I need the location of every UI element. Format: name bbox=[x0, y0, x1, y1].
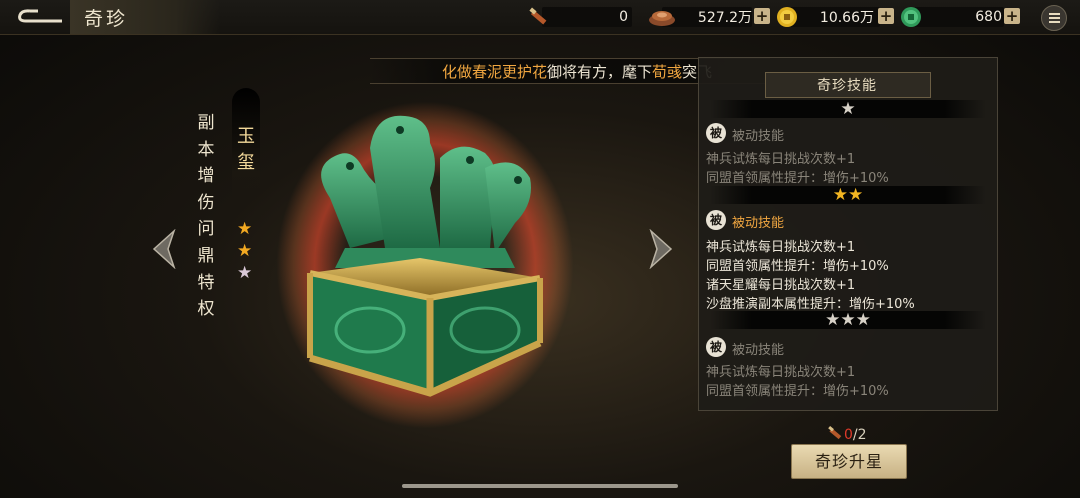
tier-1-stars: ★ bbox=[710, 100, 986, 118]
banner-highlight: 化做春泥更护花 bbox=[442, 63, 548, 81]
menu-button[interactable] bbox=[1041, 5, 1067, 31]
next-item-arrow-icon[interactable] bbox=[647, 229, 675, 269]
resource-value: 527.2万 bbox=[697, 10, 752, 26]
cost-have: 0 bbox=[844, 427, 853, 443]
add-jade-button[interactable]: + bbox=[1004, 8, 1020, 24]
banner-hero-name: 荀彧 bbox=[652, 63, 683, 81]
tier-3-skill-label: 被动技能 bbox=[732, 343, 785, 358]
tier-2-line: 同盟首领属性提升：增伤+10% bbox=[706, 259, 889, 274]
passive-badge-icon: 被 bbox=[706, 123, 726, 143]
banner-text: 御将有方，麾下 bbox=[547, 63, 653, 81]
tier-1-skill-label: 被动技能 bbox=[732, 129, 785, 144]
category-char: 增 bbox=[197, 166, 215, 187]
item-star: ★ bbox=[237, 219, 253, 239]
upgrade-token-icon bbox=[828, 425, 842, 440]
tier-3-line: 同盟首领属性提升：增伤+10% bbox=[706, 384, 889, 399]
copper-ingot-icon bbox=[649, 11, 675, 26]
category-char: 伤 bbox=[197, 192, 215, 213]
category-char: 鼎 bbox=[197, 245, 215, 266]
upgrade-star-button[interactable]: 奇珍升星 bbox=[791, 444, 907, 479]
tier-2-line: 沙盘推演副本属性提升：增伤+10% bbox=[706, 297, 915, 312]
jade-seal-image bbox=[307, 115, 543, 397]
scroll-token-icon bbox=[529, 7, 547, 25]
add-gold-button[interactable]: + bbox=[878, 8, 894, 24]
jade-coin-icon bbox=[901, 7, 921, 27]
page-title: 奇珍 bbox=[84, 8, 129, 30]
cost-need: /2 bbox=[852, 427, 867, 443]
tier-2-line: 神兵试炼每日挑战次数+1 bbox=[706, 240, 856, 255]
add-copper-button[interactable]: + bbox=[754, 8, 770, 24]
category-char: 问 bbox=[197, 219, 215, 240]
category-char: 权 bbox=[197, 299, 215, 320]
gold-coin-icon bbox=[777, 7, 797, 27]
item-name: 玉 玺 bbox=[236, 124, 256, 176]
resource-value: 10.66万 bbox=[819, 10, 874, 26]
menu-icon bbox=[1049, 13, 1060, 15]
menu-icon bbox=[1049, 17, 1060, 19]
item-star: ★ bbox=[237, 241, 253, 261]
resource-value: 680 bbox=[975, 9, 1002, 25]
item-star: ★ bbox=[237, 263, 253, 283]
category-char: 本 bbox=[197, 139, 215, 160]
category-char: 副 bbox=[197, 113, 215, 133]
tier-2-skill-label: 被动技能 bbox=[732, 216, 785, 231]
passive-badge-icon: 被 bbox=[706, 210, 726, 230]
upgrade-cost: 0/2 bbox=[828, 425, 867, 443]
back-arrow-icon[interactable] bbox=[16, 6, 64, 28]
tier-1-line: 神兵试炼每日挑战次数+1 bbox=[706, 152, 856, 167]
prev-item-arrow-icon[interactable] bbox=[150, 229, 178, 269]
news-banner-text: 化做春泥更护花御将有方，麾下荀彧突飞 bbox=[442, 61, 712, 82]
skill-panel-title: 奇珍技能 bbox=[817, 78, 877, 94]
name-char: 玉 bbox=[237, 126, 255, 147]
tier-2-stars: ★★ bbox=[710, 186, 986, 204]
home-indicator bbox=[402, 484, 678, 488]
item-category: 副 本 增 伤 问 鼎 特 权 bbox=[196, 110, 216, 323]
tier-3-stars: ★★★ bbox=[710, 311, 986, 329]
name-char: 玺 bbox=[237, 152, 255, 173]
resource-value: 0 bbox=[619, 9, 628, 25]
tier-1-line: 同盟首领属性提升：增伤+10% bbox=[706, 171, 889, 186]
menu-icon bbox=[1049, 21, 1060, 23]
tier-2-line: 诸天星耀每日挑战次数+1 bbox=[706, 278, 856, 293]
passive-badge-icon: 被 bbox=[706, 337, 726, 357]
tier-3-line: 神兵试炼每日挑战次数+1 bbox=[706, 365, 856, 380]
category-char: 特 bbox=[197, 272, 215, 293]
